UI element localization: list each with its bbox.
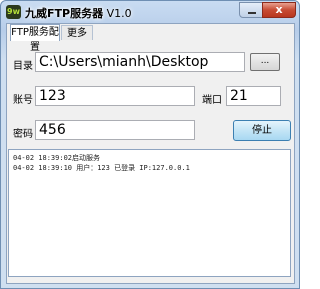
log-panel[interactable]: 04-02 18:39:02启动服务 04-02 18:39:10 用户：123…	[8, 149, 291, 277]
close-icon: x	[275, 3, 283, 16]
account-label: 账号	[13, 95, 33, 106]
account-field[interactable]: 123	[35, 86, 195, 106]
window-title: 九威FTP服务器 V1.0	[25, 5, 132, 21]
tab-bar: FTP服务配置 更多	[7, 24, 294, 53]
directory-field[interactable]: C:\Users\mianh\Desktop	[35, 52, 245, 72]
tab-ftp-config[interactable]: FTP服务配置	[10, 24, 60, 53]
tab-more[interactable]: 更多	[61, 25, 93, 40]
port-field[interactable]: 21	[226, 86, 281, 106]
minimize-icon	[248, 12, 256, 14]
stop-button[interactable]: 停止	[233, 120, 291, 141]
window-title-name: 九威FTP服务器	[25, 7, 104, 20]
port-label: 端口	[202, 95, 222, 106]
password-field[interactable]: 456	[35, 120, 195, 140]
close-button[interactable]: x	[262, 2, 296, 18]
window-title-version: V1.0	[106, 7, 132, 20]
browse-button[interactable]: ...	[250, 53, 280, 71]
directory-label: 目录	[13, 61, 33, 72]
password-label: 密码	[13, 129, 33, 140]
title-bar[interactable]: 9w 九威FTP服务器 V1.0 x	[1, 1, 299, 23]
log-line: 04-02 18:39:02启动服务	[13, 154, 101, 162]
log-line: 04-02 18:39:10 用户：123 已登录 IP:127.0.0.1	[13, 164, 190, 172]
minimize-button[interactable]	[239, 2, 263, 18]
app-logo-icon: 9w	[6, 5, 21, 19]
app-window: 9w 九威FTP服务器 V1.0 x FTP服务配置 更多 目录 C:\User…	[0, 0, 300, 289]
